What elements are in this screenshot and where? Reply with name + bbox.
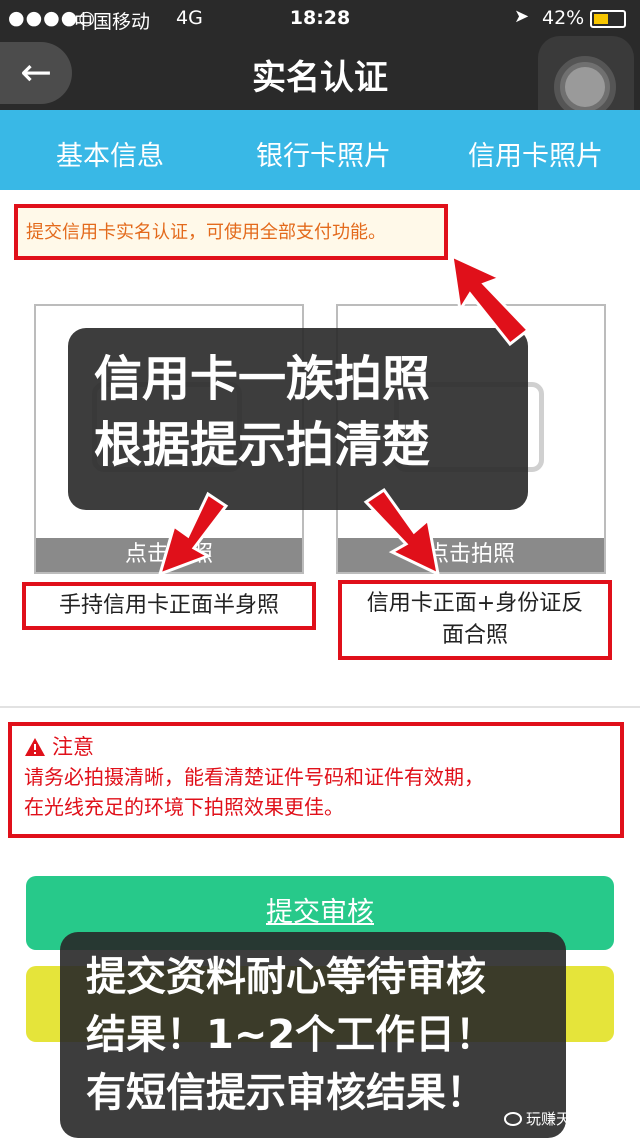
take-photo-caption[interactable]: 点击拍照 — [338, 538, 604, 572]
divider — [0, 706, 640, 708]
watermark-text: 玩赚天下集团 — [526, 1110, 617, 1128]
battery-percent: 42% — [542, 7, 585, 29]
notice-line: 请务必拍摄清晰，能看清楚证件号码和证件有效期， — [24, 765, 484, 789]
tip-banner: 提交信用卡实名认证，可使用全部支付功能。 — [14, 204, 448, 260]
notice-line: 在光线充足的环境下拍照效果更佳。 — [24, 795, 344, 819]
tab-bar: 基本信息 银行卡照片 信用卡照片 — [0, 110, 640, 190]
overlay-line: 提交资料耐心等待审核 — [86, 954, 486, 1000]
warning-icon — [25, 738, 45, 756]
wechat-icon — [504, 1112, 522, 1126]
overlay-line: 根据提示拍清楚 — [94, 417, 431, 473]
take-photo-caption[interactable]: 点击拍照 — [36, 538, 302, 572]
battery-icon — [590, 10, 626, 28]
photo-label-handheld: 手持信用卡正面半身照 — [22, 582, 316, 630]
tab-basic-info[interactable]: 基本信息 — [56, 134, 164, 173]
overlay-line: 结果！1~2个工作日！ — [86, 1012, 496, 1058]
annotation-overlay-photo-tips: 信用卡一族拍照 根据提示拍清楚 — [68, 328, 528, 510]
nav-bar: ← 实名认证 — [0, 36, 640, 136]
photo-label-line: 信用卡正面+身份证反 — [366, 591, 584, 616]
watermark: 玩赚天下集团 — [504, 1108, 616, 1129]
tab-bank-card-photo[interactable]: 银行卡照片 — [256, 134, 391, 173]
overlay-line: 信用卡一族拍照 — [94, 351, 431, 407]
overlay-line: 有短信提示审核结果！ — [86, 1070, 486, 1116]
notice-box: 注意 请务必拍摄清晰，能看清楚证件号码和证件有效期， 在光线充足的环境下拍照效果… — [8, 722, 624, 838]
notice-title: 注意 — [52, 735, 94, 759]
photo-label-line: 面合照 — [441, 623, 508, 648]
assistive-touch-icon — [554, 56, 616, 118]
annotation-overlay-review-tips: 提交资料耐心等待审核 结果！1~2个工作日！ 有短信提示审核结果！ — [60, 932, 566, 1138]
status-bar: ●●●●○ 中国移动 4G 18:28 ➤ 42% — [0, 0, 640, 36]
photo-label-card-id: 信用卡正面+身份证反 面合照 — [338, 580, 612, 660]
tab-credit-card-photo[interactable]: 信用卡照片 — [468, 134, 603, 173]
location-icon: ➤ — [514, 6, 530, 27]
